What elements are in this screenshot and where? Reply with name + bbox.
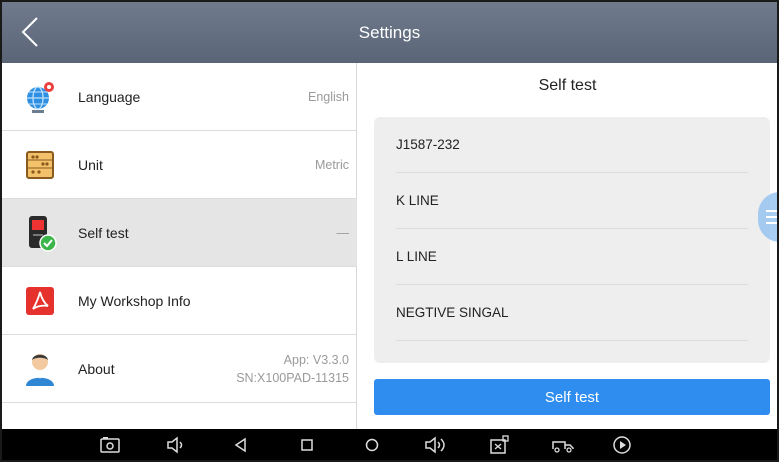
self-test-panel: Self test J1587-232 K LINE L LINE NEGTIV… (358, 63, 777, 429)
settings-item-self-test[interactable]: Self test — (2, 199, 357, 267)
abacus-icon (20, 145, 60, 185)
settings-item-workshop-info[interactable]: My Workshop Info (2, 267, 357, 335)
about-value: App: V3.3.0 SN:X100PAD-11315 (236, 351, 349, 387)
self-test-value: — (336, 225, 350, 240)
system-navigation-bar (2, 429, 777, 460)
list-item[interactable]: L LINE (396, 229, 748, 285)
title-bar: Settings (2, 2, 777, 63)
settings-item-label: About (78, 360, 115, 377)
person-icon (20, 349, 60, 389)
truck-icon[interactable] (551, 434, 575, 456)
app-window: Settings Language English Unit Metric Se… (0, 0, 779, 462)
settings-item-label: Self test (78, 224, 129, 241)
self-test-button[interactable]: Self test (374, 379, 770, 415)
settings-item-label: Language (78, 88, 141, 105)
volume-down-icon[interactable] (163, 434, 187, 456)
back-icon[interactable] (229, 434, 253, 456)
unit-value: Metric (314, 157, 349, 172)
list-item[interactable]: CAN BUS (396, 341, 748, 364)
screenshot-icon[interactable] (98, 434, 122, 456)
serial-number: SN:X100PAD-11315 (236, 370, 349, 385)
pdf-icon (20, 281, 60, 321)
device-check-icon (20, 213, 60, 253)
list-item[interactable]: K LINE (396, 173, 748, 229)
settings-list: Language English Unit Metric Self test —… (2, 63, 357, 429)
home-icon[interactable] (360, 434, 384, 456)
page-title: Settings (358, 23, 421, 42)
panel-title: Self test (538, 77, 597, 94)
recents-icon[interactable] (295, 434, 319, 456)
language-value: English (308, 89, 349, 104)
app-version: App: V3.3.0 (283, 352, 349, 367)
volume-up-icon[interactable] (423, 434, 447, 456)
settings-item-language[interactable]: Language English (2, 63, 357, 131)
settings-item-label: My Workshop Info (78, 292, 191, 309)
globe-pin-icon (20, 77, 60, 117)
settings-item-about[interactable]: About App: V3.3.0 SN:X100PAD-11315 (2, 335, 357, 403)
list-item[interactable]: J1587-232 (396, 117, 748, 173)
settings-item-label: Unit (78, 156, 103, 173)
self-test-list[interactable]: J1587-232 K LINE L LINE NEGTIVE SINGAL C… (374, 117, 770, 363)
settings-item-unit[interactable]: Unit Metric (2, 131, 357, 199)
play-icon[interactable] (610, 434, 634, 456)
list-item[interactable]: NEGTIVE SINGAL (396, 285, 748, 341)
vci-icon[interactable] (487, 434, 511, 456)
